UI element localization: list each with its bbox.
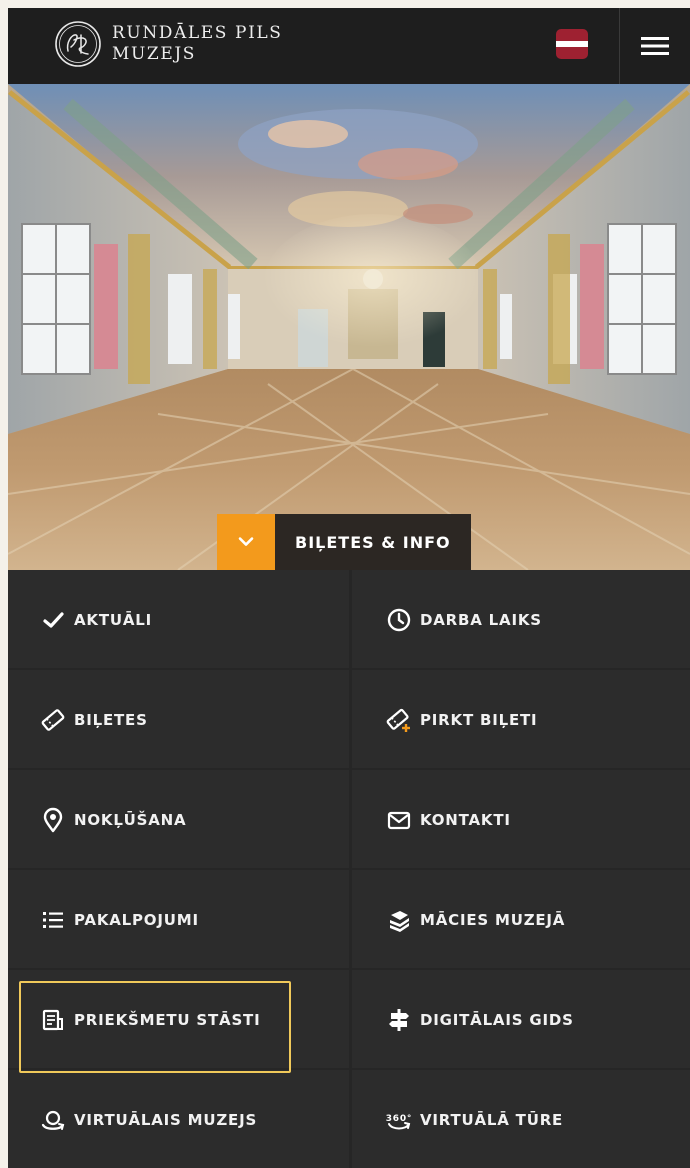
page-frame: RUNDĀLES PILS MUZEJS BIĻETES & INFO AKTU… (8, 8, 690, 1168)
svg-text:360°: 360° (386, 1114, 412, 1124)
quick-links-grid: AKTUĀLI DARBA LAIKS BIĻETES PIRKT BIĻETI (8, 570, 690, 1168)
site-header: RUNDĀLES PILS MUZEJS (8, 8, 690, 84)
envelope-icon (386, 807, 412, 833)
menu-item-label: KONTAKTI (420, 811, 511, 829)
menu-item-darba-laiks[interactable]: DARBA LAIKS (352, 570, 690, 670)
menu-item-label: VIRTUĀLAIS MUZEJS (74, 1111, 258, 1129)
menu-item-prieksmetu-stasti[interactable]: PRIEKŠMETU STĀSTI (8, 970, 349, 1070)
menu-item-aktuali[interactable]: AKTUĀLI (8, 570, 349, 670)
menu-item-virtualais-muzejs[interactable]: VIRTUĀLAIS MUZEJS (8, 1070, 349, 1168)
hamburger-menu-icon (641, 37, 669, 55)
menu-item-label: BIĻETES (74, 711, 148, 729)
tickets-info-label[interactable]: BIĻETES & INFO (275, 514, 471, 570)
tickets-info-bar: BIĻETES & INFO (217, 514, 471, 570)
logo-text: RUNDĀLES PILS MUZEJS (112, 23, 283, 65)
menu-item-pakalpojumi[interactable]: PAKALPOJUMI (8, 870, 349, 970)
hamburger-menu-button[interactable] (620, 8, 690, 84)
menu-item-virtuala-ture[interactable]: 360° VIRTUĀLĀ TŪRE (352, 1070, 690, 1168)
menu-item-label: AKTUĀLI (74, 611, 152, 629)
monogram-logo-icon (54, 20, 102, 68)
menu-item-label: VIRTUĀLĀ TŪRE (420, 1111, 564, 1129)
menu-item-pirkt-bileti[interactable]: PIRKT BIĻETI (352, 670, 690, 770)
ticket-icon (40, 707, 66, 733)
ticket-plus-icon (386, 707, 412, 733)
menu-item-noklusana[interactable]: NOKĻŪŠANA (8, 770, 349, 870)
menu-item-label: DARBA LAIKS (420, 611, 542, 629)
check-icon (40, 607, 66, 633)
360-tour-icon: 360° (386, 1107, 412, 1133)
menu-item-label: NOKĻŪŠANA (74, 811, 187, 829)
books-icon (386, 907, 412, 933)
logo-line-1: RUNDĀLES PILS (112, 23, 283, 43)
latvia-flag-icon[interactable] (556, 29, 588, 59)
menu-item-label: PIRKT BIĻETI (420, 711, 538, 729)
menu-item-kontakti[interactable]: KONTAKTI (352, 770, 690, 870)
logo-line-2: MUZEJS (112, 44, 197, 64)
palace-ballroom-photo (8, 84, 690, 570)
signpost-icon (386, 1007, 412, 1033)
menu-item-biletes[interactable]: BIĻETES (8, 670, 349, 770)
list-icon (40, 907, 66, 933)
location-pin-icon (40, 807, 66, 833)
chevron-down-icon (238, 537, 254, 546)
hero-image (8, 84, 690, 570)
menu-item-label: DIGITĀLAIS GIDS (420, 1011, 574, 1029)
menu-item-label: PRIEKŠMETU STĀSTI (74, 1011, 261, 1029)
clock-icon (386, 607, 412, 633)
menu-item-label: PAKALPOJUMI (74, 911, 199, 929)
menu-item-label: MĀCIES MUZEJĀ (420, 911, 566, 929)
menu-item-digitalais-gids[interactable]: DIGITĀLAIS GIDS (352, 970, 690, 1070)
document-icon (40, 1007, 66, 1033)
tickets-toggle-button[interactable] (217, 514, 275, 570)
museum-logo[interactable]: RUNDĀLES PILS MUZEJS (54, 20, 283, 68)
virtual-museum-icon (40, 1107, 66, 1133)
menu-item-macies-muzeja[interactable]: MĀCIES MUZEJĀ (352, 870, 690, 970)
